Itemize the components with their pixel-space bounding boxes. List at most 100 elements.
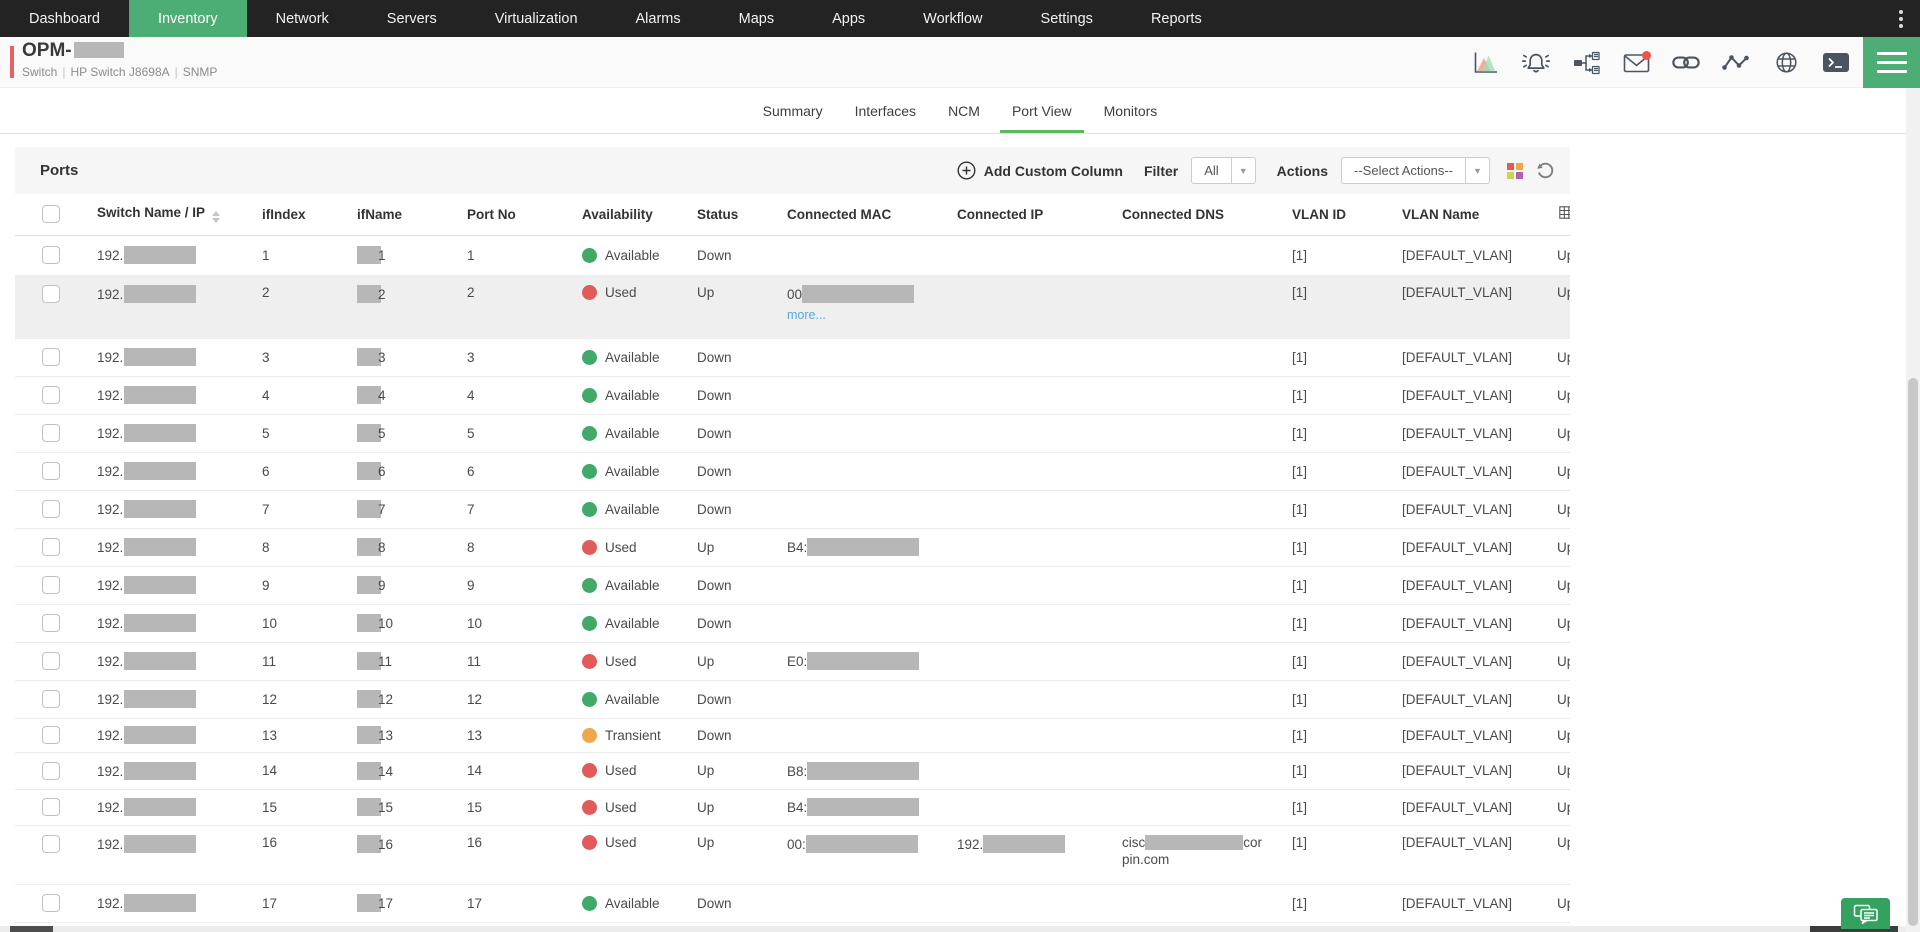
cell-connected-dns: cisccorpin.com [1110, 825, 1280, 884]
cell-switch-name: 192. [85, 338, 250, 376]
availability-dot [582, 388, 597, 403]
nav-item-alarms[interactable]: Alarms [607, 0, 710, 37]
cell-connected-dns [1110, 275, 1280, 338]
nav-item-inventory[interactable]: Inventory [129, 0, 247, 37]
column-header-switch-name-ip[interactable]: Switch Name / IP [85, 194, 250, 235]
row-checkbox[interactable] [42, 652, 60, 670]
redacted-text [806, 835, 918, 853]
tab-ncm[interactable]: NCM [944, 88, 984, 133]
table-row: 192.101010AvailableDown[1][DEFAULT_VLAN]… [15, 604, 1570, 642]
filter-select[interactable]: All ▼ [1191, 157, 1255, 184]
add-custom-column-button[interactable]: Add Custom Column [957, 161, 1123, 180]
column-header-availability: Availability [570, 194, 685, 235]
availability-dot [582, 350, 597, 365]
nav-item-maps[interactable]: Maps [710, 0, 803, 37]
sort-icon [212, 211, 220, 223]
cell-connected-mac: B4: [775, 789, 945, 825]
cell-ifindex: 9 [250, 566, 345, 604]
availability-dot [582, 692, 597, 707]
row-checkbox[interactable] [42, 348, 60, 366]
cell-connected-mac: B8: [775, 752, 945, 789]
redacted-text [807, 798, 919, 816]
redacted-text [124, 690, 196, 708]
row-checkbox[interactable] [42, 576, 60, 594]
nav-item-servers[interactable]: Servers [358, 0, 466, 37]
availability-label: Available [605, 350, 660, 365]
performance-chart-icon[interactable] [1472, 50, 1500, 76]
cell-switch-name: 192. [85, 718, 250, 752]
cell-connected-dns [1110, 680, 1280, 718]
cell-availability: Available [570, 376, 685, 414]
cell-ifname: 3 [345, 338, 455, 376]
cell-vlan-name: [DEFAULT_VLAN] [1390, 718, 1545, 752]
cell-status: Up [685, 825, 775, 884]
cell-connected-dns [1110, 642, 1280, 680]
cell-connected-ip [945, 376, 1110, 414]
row-checkbox[interactable] [42, 762, 60, 780]
more-link[interactable]: more... [787, 308, 945, 322]
row-checkbox[interactable] [42, 835, 60, 853]
cell-ifindex: 10 [250, 604, 345, 642]
row-checkbox[interactable] [42, 614, 60, 632]
color-legend-icon[interactable] [1507, 163, 1523, 179]
actions-select[interactable]: --Select Actions-- ▼ [1341, 157, 1490, 184]
cell-ifindex: 2 [250, 275, 345, 338]
cell-port-no: 2 [455, 275, 570, 338]
cell-connected-dns [1110, 566, 1280, 604]
row-checkbox[interactable] [42, 726, 60, 744]
row-checkbox[interactable] [42, 462, 60, 480]
table-row: 192.121212AvailableDown[1][DEFAULT_VLAN]… [15, 680, 1570, 718]
workflow-icon[interactable] [1572, 50, 1600, 76]
tab-interfaces[interactable]: Interfaces [851, 88, 920, 133]
globe-icon[interactable] [1772, 50, 1800, 76]
vertical-scrollbar-thumb[interactable] [1908, 378, 1918, 926]
device-header: OPM- Switch|HP Switch J8698A|SNMP [0, 37, 1920, 88]
support-chat-button[interactable] [1841, 898, 1890, 929]
column-chooser-icon[interactable] [1559, 206, 1570, 219]
overflow-menu-icon[interactable] [1894, 7, 1908, 31]
refresh-icon[interactable] [1536, 162, 1554, 180]
cell-ifname: 13 [345, 718, 455, 752]
nav-item-dashboard[interactable]: Dashboard [0, 0, 129, 37]
hamburger-menu-button[interactable] [1863, 37, 1920, 88]
tab-port-view[interactable]: Port View [1008, 88, 1076, 133]
cell-connected-ip [945, 884, 1110, 922]
horizontal-scrollbar-thumb[interactable] [10, 926, 53, 932]
nav-item-workflow[interactable]: Workflow [894, 0, 1011, 37]
row-checkbox[interactable] [42, 500, 60, 518]
row-checkbox[interactable] [42, 285, 60, 303]
tab-monitors[interactable]: Monitors [1100, 88, 1162, 133]
cell-switch-name: 192. [85, 680, 250, 718]
cell-vlan-name: [DEFAULT_VLAN] [1390, 490, 1545, 528]
cell-connected-mac [775, 566, 945, 604]
column-chooser-cell [1545, 194, 1570, 235]
column-header-ifindex: ifIndex [250, 194, 345, 235]
row-checkbox[interactable] [42, 798, 60, 816]
cell-port-no: 17 [455, 884, 570, 922]
cell-availability: Available [570, 604, 685, 642]
cell-status: Down [685, 604, 775, 642]
alarm-bell-icon[interactable] [1522, 50, 1550, 76]
select-all-checkbox[interactable] [42, 205, 60, 223]
nav-item-reports[interactable]: Reports [1122, 0, 1231, 37]
nav-item-settings[interactable]: Settings [1012, 0, 1122, 37]
row-checkbox[interactable] [42, 424, 60, 442]
cell-ifname: 15 [345, 789, 455, 825]
link-icon[interactable] [1672, 50, 1700, 76]
nav-item-network[interactable]: Network [247, 0, 358, 37]
row-checkbox[interactable] [42, 894, 60, 912]
activity-icon[interactable] [1722, 50, 1750, 76]
row-checkbox[interactable] [42, 538, 60, 556]
mail-icon[interactable] [1622, 50, 1650, 76]
row-checkbox[interactable] [42, 690, 60, 708]
row-checkbox[interactable] [42, 246, 60, 264]
column-header-vlan-id: VLAN ID [1280, 194, 1390, 235]
device-tabs: Summary Interfaces NCM Port View Monitors [0, 88, 1920, 134]
nav-item-apps[interactable]: Apps [803, 0, 894, 37]
row-checkbox[interactable] [42, 386, 60, 404]
cell-vlan-name: [DEFAULT_VLAN] [1390, 680, 1545, 718]
cell-ifindex: 8 [250, 528, 345, 566]
terminal-icon[interactable] [1822, 50, 1850, 76]
tab-summary[interactable]: Summary [759, 88, 827, 133]
nav-item-virtualization[interactable]: Virtualization [466, 0, 607, 37]
